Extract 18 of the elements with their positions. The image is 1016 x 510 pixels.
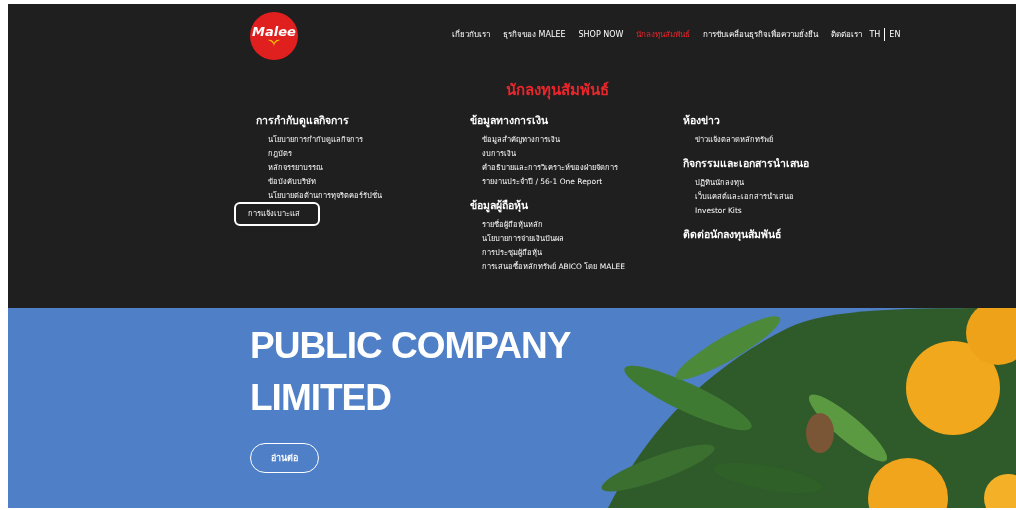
language-link[interactable]: TH [869,29,881,39]
menu-title: นักลงทุนสัมพันธ์ [505,81,609,99]
menu-heading[interactable]: ห้องข่าว [683,112,903,129]
nav-link[interactable]: นักลงทุนสัมพันธ์ [636,27,691,41]
language-link[interactable]: EN [889,29,901,39]
menu-heading[interactable]: การกำกับดูแลกิจการ [256,112,470,129]
hero-title: LIMITED [250,376,392,420]
menu-heading[interactable]: ติดต่อนักลงทุนสัมพันธ์ [683,226,903,243]
logo[interactable]: Malee [250,12,298,60]
nav-link[interactable]: ธุรกิจของ MALEE [503,27,566,41]
nav-link[interactable]: ติดต่อเรา [831,27,863,41]
hero-title: PUBLIC COMPANY [250,324,572,368]
menu-heading[interactable]: กิจกรรมและเอกสารนำเสนอ [683,155,903,172]
menu-heading[interactable]: ข้อมูลผู้ถือหุ้น [470,197,683,214]
nav-link[interactable]: เกี่ยวกับเรา [452,27,490,41]
nav-link[interactable]: การขับเคลื่อนธุรกิจเพื่อความยั่งยืน [703,27,819,41]
nav-link[interactable]: SHOP NOW [578,29,624,39]
menu-heading[interactable]: ข้อมูลทางการเงิน [470,112,683,129]
